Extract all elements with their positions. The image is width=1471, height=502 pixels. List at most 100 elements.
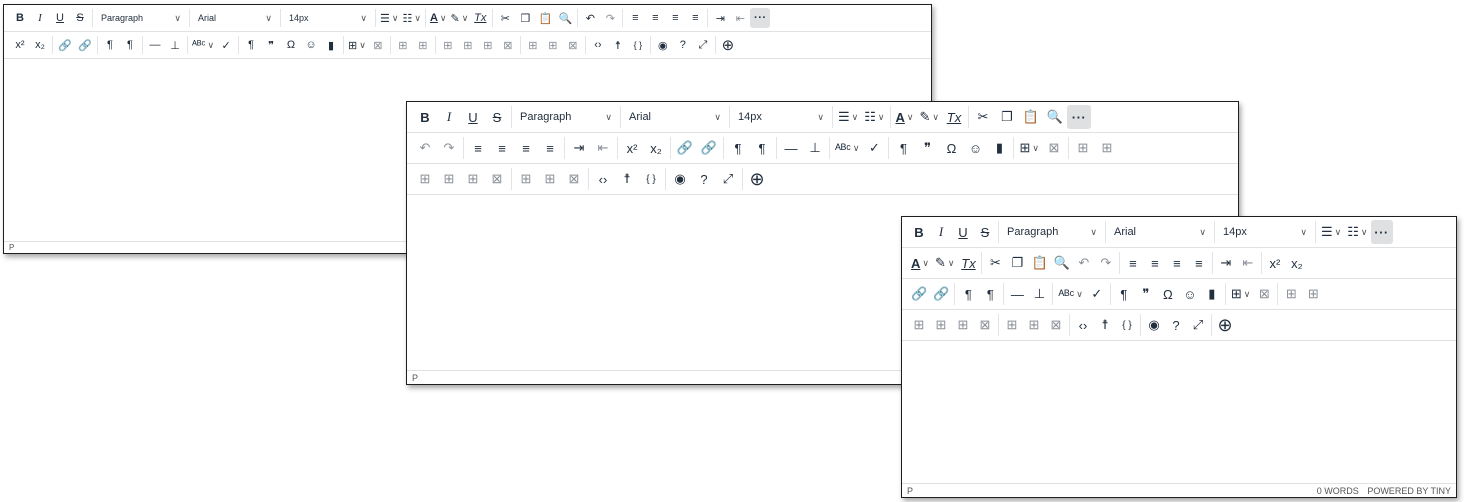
insert-col-after-button[interactable]: ⊞ [1023,313,1045,337]
math-equation-button[interactable]: ✓ [216,35,236,55]
fullscreen-button[interactable]: ⤢ [716,167,740,191]
bold-button[interactable]: B [10,8,30,28]
outdent-button[interactable]: ⇤ [730,8,750,28]
align-center-button[interactable]: ≡ [490,136,514,160]
italic-button[interactable]: I [930,220,952,244]
indent-button[interactable]: ⇥ [1215,251,1237,275]
link-button[interactable]: 🔗 [908,282,930,306]
clear-formatting-button[interactable]: Tx [942,105,966,129]
font-family-select[interactable]: Arial ∨ [623,105,727,129]
upload-icon[interactable]: ⊥ [165,35,185,55]
bullet-list-button[interactable]: ☰ ∨ [378,8,400,28]
element-path[interactable]: P [907,486,913,496]
indent-button[interactable]: ⇥ [567,136,591,160]
editor-content-area[interactable] [902,341,1456,483]
table-delete-button[interactable]: ⊠ [368,35,388,55]
insert-row-after-button[interactable]: ⊞ [437,167,461,191]
undo-button[interactable]: ↶ [413,136,437,160]
rtl-button[interactable]: ¶ [750,136,774,160]
italic-button[interactable]: I [30,8,50,28]
undo-button[interactable]: ↶ [1073,251,1095,275]
link-button[interactable]: 🔗 [673,136,697,160]
superscript-button[interactable]: x² [10,35,30,55]
bookmark-button[interactable]: ▮ [321,35,341,55]
special-character-button[interactable]: Ω [939,136,963,160]
font-size-select[interactable]: 14px ∨ [1217,220,1313,244]
strikethrough-button[interactable]: S [974,220,996,244]
copy-button[interactable]: ❐ [995,105,1019,129]
rtl-button[interactable]: ¶ [979,282,1001,306]
table-button[interactable]: ⊞ ∨ [1016,136,1042,160]
delete-table-button[interactable]: ⊠ [563,35,583,55]
math-equation-button[interactable]: ✓ [862,136,886,160]
fullscreen-button[interactable]: ⤢ [693,35,713,55]
align-right-button[interactable]: ≡ [665,8,685,28]
horizontal-rule-button[interactable]: — [145,35,165,55]
find-replace-button[interactable]: 🔍 [1051,251,1073,275]
more-options-button[interactable]: ··· [750,8,771,28]
cut-button[interactable]: ✂ [971,105,995,129]
accessibility-checker-button[interactable]: ☨ [1094,313,1116,337]
superscript-button[interactable]: x² [620,136,644,160]
align-center-button[interactable]: ≡ [1144,251,1166,275]
highlight-color-button[interactable]: ✎ ∨ [932,251,958,275]
align-left-button[interactable]: ≡ [466,136,490,160]
block-format-select[interactable]: Paragraph ∨ [514,105,618,129]
delete-table-button[interactable]: ⊠ [1045,313,1067,337]
indent-button[interactable]: ⇥ [710,8,730,28]
font-family-select[interactable]: Arial ∨ [1108,220,1212,244]
block-format-select[interactable]: Paragraph ∨ [1001,220,1103,244]
table-cell-props-button[interactable]: ⊞ [1302,282,1324,306]
insert-row-after-button[interactable]: ⊞ [458,35,478,55]
insert-row-before-button[interactable]: ⊞ [908,313,930,337]
font-size-select[interactable]: 14px ∨ [283,8,373,28]
insert-row-before-button[interactable]: ⊞ [413,167,437,191]
bookmark-button[interactable]: ▮ [1201,282,1223,306]
underline-button[interactable]: U [952,220,974,244]
paste-button[interactable]: 📋 [1028,251,1050,275]
text-color-button[interactable]: A ∨ [893,105,917,129]
table-cell-props-button[interactable]: ⊞ [1095,136,1119,160]
show-blocks-button[interactable]: ¶ [241,35,261,55]
numbered-list-button[interactable]: ☷ ∨ [400,8,422,28]
word-count[interactable]: 0 WORDS [1317,486,1359,496]
unlink-button[interactable]: 🔗 [75,35,95,55]
spellcheck-button[interactable]: ᴬᴮᶜ ∨ [190,35,216,55]
align-center-button[interactable]: ≡ [645,8,665,28]
superscript-button[interactable]: x² [1264,251,1286,275]
delete-table-button[interactable]: ⊠ [562,167,586,191]
insert-row-before-button[interactable]: ⊞ [438,35,458,55]
spellcheck-button[interactable]: ᴬᴮᶜ ∨ [1055,282,1085,306]
fullscreen-button[interactable]: ⤢ [1187,313,1209,337]
align-left-button[interactable]: ≡ [1122,251,1144,275]
show-blocks-button[interactable]: ¶ [1113,282,1135,306]
upload-icon[interactable]: ⊥ [803,136,827,160]
accessibility-checker-button[interactable]: ☨ [615,167,639,191]
special-character-button[interactable]: Ω [281,35,301,55]
variable-button[interactable]: { } [628,35,648,55]
help-button[interactable]: ? [673,35,693,55]
powered-by-link[interactable]: POWERED BY TINY [1367,486,1451,496]
insert-col-before-button[interactable]: ⊞ [514,167,538,191]
horizontal-rule-button[interactable]: — [779,136,803,160]
paste-button[interactable]: 📋 [1019,105,1043,129]
delete-row-button[interactable]: ⊞ [952,313,974,337]
add-content-button[interactable]: ⊕ [1214,313,1236,337]
ltr-button[interactable]: ¶ [100,35,120,55]
cut-button[interactable]: ✂ [984,251,1006,275]
table-button[interactable]: ⊞ ∨ [1228,282,1254,306]
table-delete-button[interactable]: ⊠ [1253,282,1275,306]
delete-row-button[interactable]: ⊞ [461,167,485,191]
font-size-select[interactable]: 14px ∨ [732,105,830,129]
emoticons-button[interactable]: ☺ [301,35,321,55]
numbered-list-button[interactable]: ☷ ∨ [1344,220,1370,244]
strikethrough-button[interactable]: S [70,8,90,28]
blockquote-button[interactable]: ❞ [1135,282,1157,306]
justify-button[interactable]: ≡ [685,8,705,28]
find-replace-button[interactable]: 🔍 [1043,105,1067,129]
highlight-color-button[interactable]: ✎ ∨ [448,8,470,28]
copy-button[interactable]: ❐ [515,8,535,28]
preview-button[interactable]: ◉ [668,167,692,191]
clear-formatting-button[interactable]: Tx [470,8,490,28]
emoticons-button[interactable]: ☺ [1179,282,1201,306]
